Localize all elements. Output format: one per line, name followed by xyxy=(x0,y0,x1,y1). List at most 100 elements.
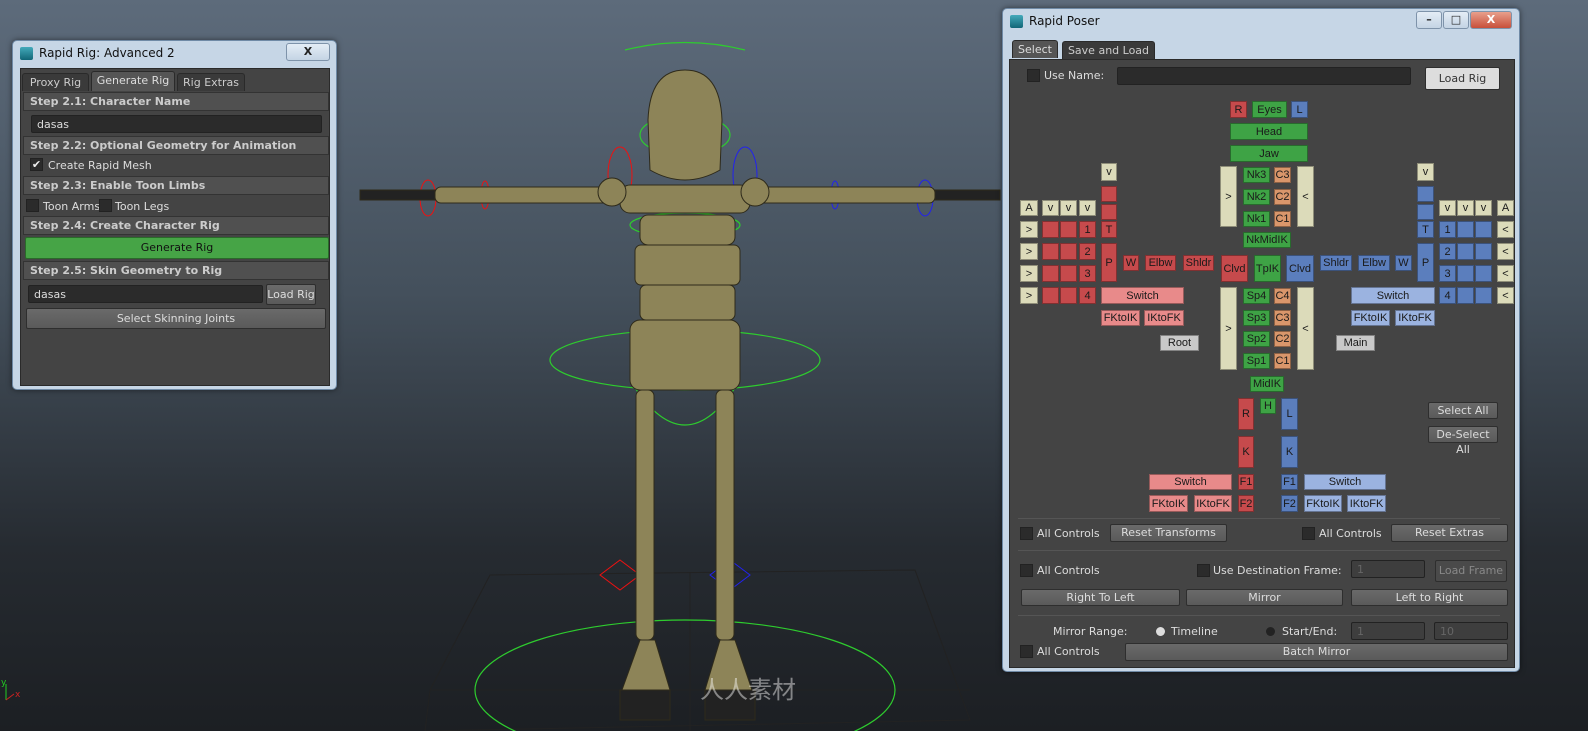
picker-button-sp1[interactable]: Sp1 xyxy=(1243,353,1270,369)
picker-button[interactable] xyxy=(1101,186,1117,202)
picker-button[interactable] xyxy=(1475,287,1492,304)
picker-button-head[interactable]: Head xyxy=(1230,123,1308,140)
picker-button-c1[interactable]: C1 xyxy=(1274,353,1291,369)
reset-extras-button[interactable]: Reset Extras xyxy=(1391,524,1508,542)
picker-button-c2[interactable]: C2 xyxy=(1274,189,1291,205)
tab-generate-rig[interactable]: Generate Rig xyxy=(91,71,175,91)
picker-button-nk1[interactable]: Nk1 xyxy=(1243,211,1270,227)
picker-button-iktofk[interactable]: IKtoFK xyxy=(1194,495,1232,512)
picker-button-k[interactable]: K xyxy=(1281,436,1298,468)
picker-button-tpik[interactable]: TpIK xyxy=(1254,255,1281,282)
end-frame-input[interactable]: 10 xyxy=(1434,622,1508,640)
select-all-button[interactable]: Select All xyxy=(1428,402,1498,419)
picker-button-f1[interactable]: F1 xyxy=(1238,474,1254,490)
deselect-all-button[interactable]: De-Select All xyxy=(1428,426,1498,456)
picker-button-sp2[interactable]: Sp2 xyxy=(1243,331,1270,347)
picker-button-right[interactable]: > xyxy=(1020,243,1038,260)
picker-button-left[interactable]: < xyxy=(1297,166,1314,227)
load-frame-button[interactable]: Load Frame xyxy=(1435,560,1507,582)
picker-button[interactable] xyxy=(1060,243,1077,260)
use-name-checkbox[interactable] xyxy=(1027,69,1040,82)
picker-button-f2[interactable]: F2 xyxy=(1238,495,1254,512)
picker-button-2[interactable]: 2 xyxy=(1079,243,1096,260)
picker-button-c3[interactable]: C3 xyxy=(1274,167,1291,183)
select-skinning-joints-button[interactable]: Select Skinning Joints xyxy=(26,308,326,329)
picker-button-eyes[interactable]: Eyes xyxy=(1252,101,1287,118)
picker-button-iktofk[interactable]: IKtoFK xyxy=(1347,495,1386,512)
reset-extras-all-controls-checkbox[interactable] xyxy=(1302,527,1315,540)
picker-button-root[interactable]: Root xyxy=(1160,335,1199,351)
picker-button-main[interactable]: Main xyxy=(1336,335,1375,351)
picker-button-4[interactable]: 4 xyxy=(1079,287,1096,304)
picker-button[interactable] xyxy=(1042,221,1059,238)
picker-button-left[interactable]: < xyxy=(1497,243,1514,260)
picker-button-right[interactable]: > xyxy=(1020,265,1038,282)
picker-button-w[interactable]: W xyxy=(1123,255,1139,271)
create-rapid-mesh-checkbox[interactable]: ✔ xyxy=(30,158,43,171)
picker-button-k[interactable]: K xyxy=(1238,436,1254,468)
picker-button-l[interactable]: L xyxy=(1291,101,1308,118)
picker-button-h[interactable]: H xyxy=(1260,398,1276,414)
picker-button-nk3[interactable]: Nk3 xyxy=(1243,167,1270,183)
toon-legs-checkbox[interactable] xyxy=(99,199,112,212)
picker-button[interactable] xyxy=(1042,265,1059,282)
reset-transforms-button[interactable]: Reset Transforms xyxy=(1110,524,1227,542)
picker-button[interactable] xyxy=(1475,265,1492,282)
picker-button[interactable] xyxy=(1042,243,1059,260)
picker-button-fktoik[interactable]: FKtoIK xyxy=(1101,310,1140,326)
picker-button[interactable] xyxy=(1417,186,1434,202)
picker-button[interactable] xyxy=(1101,204,1117,220)
picker-button-1[interactable]: 1 xyxy=(1079,221,1096,238)
picker-button-v[interactable]: v xyxy=(1475,200,1492,216)
picker-button-c3[interactable]: C3 xyxy=(1274,310,1291,326)
picker-button-c2[interactable]: C2 xyxy=(1274,331,1291,347)
picker-button[interactable] xyxy=(1475,243,1492,260)
tab-save-and-load[interactable]: Save and Load xyxy=(1062,41,1155,59)
load-rig-button[interactable]: Load Rig xyxy=(266,284,316,305)
picker-button-sp4[interactable]: Sp4 xyxy=(1243,288,1270,304)
picker-button[interactable] xyxy=(1457,221,1474,238)
batch-mirror-button[interactable]: Batch Mirror xyxy=(1125,643,1508,661)
start-frame-input[interactable]: 1 xyxy=(1351,622,1425,640)
close-button[interactable]: X xyxy=(286,43,330,61)
picker-button-1[interactable]: 1 xyxy=(1439,221,1456,238)
picker-button-fktoik[interactable]: FKtoIK xyxy=(1304,495,1342,512)
picker-button-midik[interactable]: MidIK xyxy=(1250,376,1284,392)
start-end-radio[interactable] xyxy=(1266,627,1275,636)
tab-rig-extras[interactable]: Rig Extras xyxy=(177,73,245,91)
picker-button-v[interactable]: v xyxy=(1101,163,1117,181)
picker-button-iktofk[interactable]: IKtoFK xyxy=(1395,310,1435,326)
picker-button[interactable] xyxy=(1475,221,1492,238)
right-to-left-button[interactable]: Right To Left xyxy=(1021,589,1180,606)
maximize-button[interactable]: □ xyxy=(1443,11,1469,29)
timeline-radio[interactable] xyxy=(1156,627,1165,636)
picker-button-switch[interactable]: Switch xyxy=(1304,474,1386,490)
picker-button[interactable] xyxy=(1060,265,1077,282)
generate-rig-button[interactable]: Generate Rig xyxy=(25,237,329,259)
picker-button-elbw[interactable]: Elbw xyxy=(1358,255,1390,271)
picker-button-right[interactable]: > xyxy=(1220,166,1237,227)
picker-button-switch[interactable]: Switch xyxy=(1101,287,1184,304)
picker-button-f2[interactable]: F2 xyxy=(1281,495,1298,512)
picker-button-w[interactable]: W xyxy=(1395,255,1412,271)
picker-button-p[interactable]: P xyxy=(1417,243,1434,282)
picker-button-c1[interactable]: C1 xyxy=(1274,211,1291,227)
use-name-input[interactable] xyxy=(1117,67,1411,85)
picker-button-right[interactable]: > xyxy=(1220,287,1237,370)
picker-button-right[interactable]: > xyxy=(1020,287,1038,304)
picker-button-clvd[interactable]: Clvd xyxy=(1221,255,1248,282)
picker-button-right[interactable]: > xyxy=(1020,221,1038,238)
picker-button-jaw[interactable]: Jaw xyxy=(1230,145,1308,162)
picker-button-switch[interactable]: Switch xyxy=(1149,474,1232,490)
picker-button-c4[interactable]: C4 xyxy=(1274,288,1291,304)
picker-button[interactable] xyxy=(1417,204,1434,220)
picker-button[interactable] xyxy=(1060,287,1077,304)
picker-button[interactable] xyxy=(1060,221,1077,238)
picker-button-t[interactable]: T xyxy=(1417,221,1434,238)
picker-button-left[interactable]: < xyxy=(1497,265,1514,282)
picker-button-3[interactable]: 3 xyxy=(1439,265,1456,282)
picker-button-v[interactable]: v xyxy=(1439,200,1456,216)
batch-all-controls-checkbox[interactable] xyxy=(1020,645,1033,658)
picker-button-t[interactable]: T xyxy=(1101,221,1117,238)
picker-button-fktoik[interactable]: FKtoIK xyxy=(1351,310,1390,326)
